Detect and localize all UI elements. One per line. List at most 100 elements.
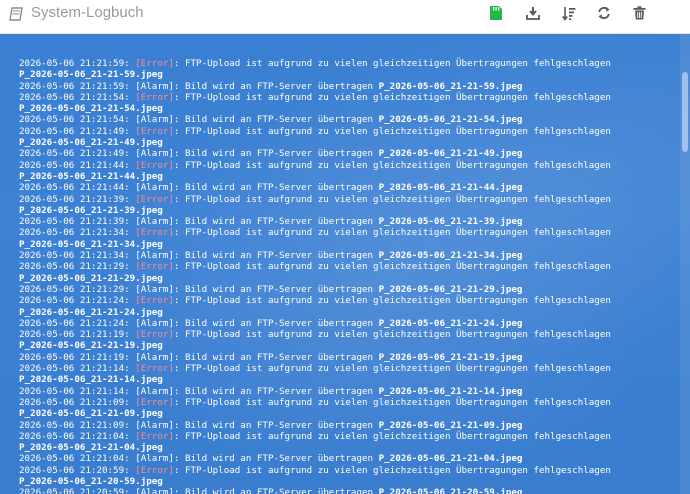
log-message: : FTP-Upload ist aufgrund zu vielen glei… bbox=[173, 396, 611, 408]
log-line: 2026-05-06 21:21:24: [Error]: FTP-Upload… bbox=[19, 295, 679, 306]
log-error-tag: [Error] bbox=[135, 193, 174, 205]
log-alarm-tag: [Alarm] bbox=[135, 487, 174, 494]
sd-card-button[interactable] bbox=[484, 3, 508, 23]
log-line: 2026-05-06 21:21:34: [Error]: FTP-Upload… bbox=[19, 227, 679, 238]
log-panel: 2026-05-06 21:21:59: [Error]: FTP-Upload… bbox=[0, 34, 690, 494]
log-timestamp: 2026-05-06 21:21:14: bbox=[19, 385, 130, 397]
log-message: : Bild wird an FTP-Server übertragen bbox=[173, 250, 379, 262]
log-timestamp: 2026-05-06 21:20:59: bbox=[19, 464, 130, 476]
log-line: 2026-05-06 21:21:54: [Alarm]: Bild wird … bbox=[19, 114, 679, 125]
log-line: 2026-05-06 21:21:59: [Alarm]: Bild wird … bbox=[19, 81, 679, 92]
log-timestamp: 2026-05-06 21:21:34: bbox=[19, 250, 130, 262]
log-filename: P_2026-05-06_21-21-34.jpeg bbox=[378, 250, 523, 262]
log-line: 2026-05-06 21:21:24: [Alarm]: Bild wird … bbox=[19, 318, 679, 329]
log-error-tag: [Error] bbox=[135, 363, 174, 375]
log-line: 2026-05-06 21:21:49: [Error]: FTP-Upload… bbox=[19, 126, 679, 137]
log-timestamp: 2026-05-06 21:21:59: bbox=[19, 58, 130, 69]
log-filename: P_2026-05-06_21-21-59.jpeg bbox=[19, 69, 163, 81]
delete-button[interactable] bbox=[627, 3, 651, 23]
log-filename: P_2026-05-06_21-21-44.jpeg bbox=[378, 182, 523, 194]
log-filename: P_2026-05-06_21-21-14.jpeg bbox=[378, 385, 523, 397]
log-filename: P_2026-05-06_21-20-59.jpeg bbox=[19, 475, 163, 487]
log-timestamp: 2026-05-06 21:21:49: bbox=[19, 148, 130, 160]
log-error-tag: [Error] bbox=[135, 261, 174, 273]
log-output: 2026-05-06 21:21:59: [Error]: FTP-Upload… bbox=[19, 58, 679, 494]
log-alarm-tag: [Alarm] bbox=[135, 80, 174, 92]
log-line: 2026-05-06 21:21:44: [Alarm]: Bild wird … bbox=[19, 182, 679, 193]
log-timestamp: 2026-05-06 21:21:04: bbox=[19, 430, 130, 442]
log-filename: P_2026-05-06_21-21-39.jpeg bbox=[19, 204, 163, 216]
log-alarm-tag: [Alarm] bbox=[135, 283, 174, 295]
log-filename: P_2026-05-06_21-21-49.jpeg bbox=[378, 148, 523, 160]
log-filename: P_2026-05-06_21-21-09.jpeg bbox=[19, 408, 163, 420]
log-message: : Bild wird an FTP-Server übertragen bbox=[173, 385, 379, 397]
log-timestamp: 2026-05-06 21:21:29: bbox=[19, 283, 130, 295]
log-scrollbar[interactable] bbox=[680, 34, 690, 494]
log-timestamp: 2026-05-06 21:21:14: bbox=[19, 363, 130, 375]
log-line: 2026-05-06 21:21:54: [Error]: FTP-Upload… bbox=[19, 92, 679, 103]
log-message: : FTP-Upload ist aufgrund zu vielen glei… bbox=[173, 159, 611, 171]
log-alarm-tag: [Alarm] bbox=[135, 216, 174, 228]
log-line: 2026-05-06 21:21:29: [Alarm]: Bild wird … bbox=[19, 284, 679, 295]
log-filename: P_2026-05-06_21-21-24.jpeg bbox=[378, 317, 523, 329]
sort-button[interactable] bbox=[557, 3, 581, 23]
log-filename: P_2026-05-06_21-21-24.jpeg bbox=[19, 306, 163, 318]
log-line: 2026-05-06 21:21:39: [Alarm]: Bild wird … bbox=[19, 216, 679, 227]
sort-descending-icon bbox=[562, 6, 576, 21]
log-error-tag: [Error] bbox=[135, 159, 174, 171]
log-line: 2026-05-06 21:21:04: [Error]: FTP-Upload… bbox=[19, 431, 679, 442]
log-message: : Bild wird an FTP-Server übertragen bbox=[173, 453, 379, 465]
log-message: : Bild wird an FTP-Server übertragen bbox=[173, 80, 379, 92]
log-message: : Bild wird an FTP-Server übertragen bbox=[173, 317, 379, 329]
log-error-tag: [Error] bbox=[135, 396, 174, 408]
log-timestamp: 2026-05-06 21:21:49: bbox=[19, 125, 130, 137]
book-icon bbox=[9, 7, 23, 21]
download-button[interactable] bbox=[521, 3, 545, 23]
log-filename: P_2026-05-06_21-21-54.jpeg bbox=[19, 103, 163, 115]
trash-icon bbox=[633, 6, 645, 20]
log-alarm-tag: [Alarm] bbox=[135, 385, 174, 397]
log-filename: P_2026-05-06_21-21-49.jpeg bbox=[19, 137, 163, 149]
log-timestamp: 2026-05-06 21:21:39: bbox=[19, 193, 130, 205]
log-error-tag: [Error] bbox=[135, 430, 174, 442]
log-error-tag: [Error] bbox=[135, 464, 174, 476]
log-message: : FTP-Upload ist aufgrund zu vielen glei… bbox=[173, 363, 611, 375]
log-filename: P_2026-05-06_21-21-29.jpeg bbox=[19, 272, 163, 284]
log-line: 2026-05-06 21:21:44: [Error]: FTP-Upload… bbox=[19, 160, 679, 171]
refresh-icon bbox=[598, 6, 610, 20]
log-filename: P_2026-05-06_21-21-39.jpeg bbox=[378, 216, 523, 228]
sd-card-icon bbox=[490, 6, 502, 20]
log-message: : FTP-Upload ist aufgrund zu vielen glei… bbox=[173, 295, 611, 307]
log-message: : Bild wird an FTP-Server übertragen bbox=[173, 114, 379, 126]
log-alarm-tag: [Alarm] bbox=[135, 351, 174, 363]
log-line: 2026-05-06 21:21:19: [Alarm]: Bild wird … bbox=[19, 352, 679, 363]
log-timestamp: 2026-05-06 21:21:54: bbox=[19, 114, 130, 126]
log-filename: P_2026-05-06_21-21-19.jpeg bbox=[19, 340, 163, 352]
log-filename: P_2026-05-06_21-21-19.jpeg bbox=[378, 351, 523, 363]
log-error-tag: [Error] bbox=[135, 227, 174, 239]
log-error-tag: [Error] bbox=[135, 295, 174, 307]
log-alarm-tag: [Alarm] bbox=[135, 250, 174, 262]
log-line: 2026-05-06 21:21:29: [Error]: FTP-Upload… bbox=[19, 261, 679, 272]
log-message: : Bild wird an FTP-Server übertragen bbox=[173, 148, 379, 160]
log-alarm-tag: [Alarm] bbox=[135, 114, 174, 126]
log-timestamp: 2026-05-06 21:21:04: bbox=[19, 453, 130, 465]
log-message: : FTP-Upload ist aufgrund zu vielen glei… bbox=[173, 261, 611, 273]
log-alarm-tag: [Alarm] bbox=[135, 419, 174, 431]
log-filename: P_2026-05-06_21-21-44.jpeg bbox=[19, 170, 163, 182]
log-alarm-tag: [Alarm] bbox=[135, 453, 174, 465]
log-error-tag: [Error] bbox=[135, 125, 174, 137]
log-line: 2026-05-06 21:20:59: [Alarm]: Bild wird … bbox=[19, 487, 679, 494]
log-line: 2026-05-06 21:21:14: [Alarm]: Bild wird … bbox=[19, 386, 679, 397]
log-message: : FTP-Upload ist aufgrund zu vielen glei… bbox=[173, 125, 611, 137]
log-filename: P_2026-05-06_21-21-34.jpeg bbox=[19, 238, 163, 250]
log-line: 2026-05-06 21:21:04: [Alarm]: Bild wird … bbox=[19, 453, 679, 464]
log-line: 2026-05-06 21:21:34: [Alarm]: Bild wird … bbox=[19, 250, 679, 261]
scrollbar-thumb[interactable] bbox=[682, 72, 688, 152]
log-filename: P_2026-05-06_21-20-59.jpeg bbox=[378, 487, 523, 494]
log-timestamp: 2026-05-06 21:21:39: bbox=[19, 216, 130, 228]
log-alarm-tag: [Alarm] bbox=[135, 317, 174, 329]
log-line: 2026-05-06 21:21:14: [Error]: FTP-Upload… bbox=[19, 363, 679, 374]
log-message: : FTP-Upload ist aufgrund zu vielen glei… bbox=[173, 91, 611, 103]
refresh-button[interactable] bbox=[592, 3, 616, 23]
